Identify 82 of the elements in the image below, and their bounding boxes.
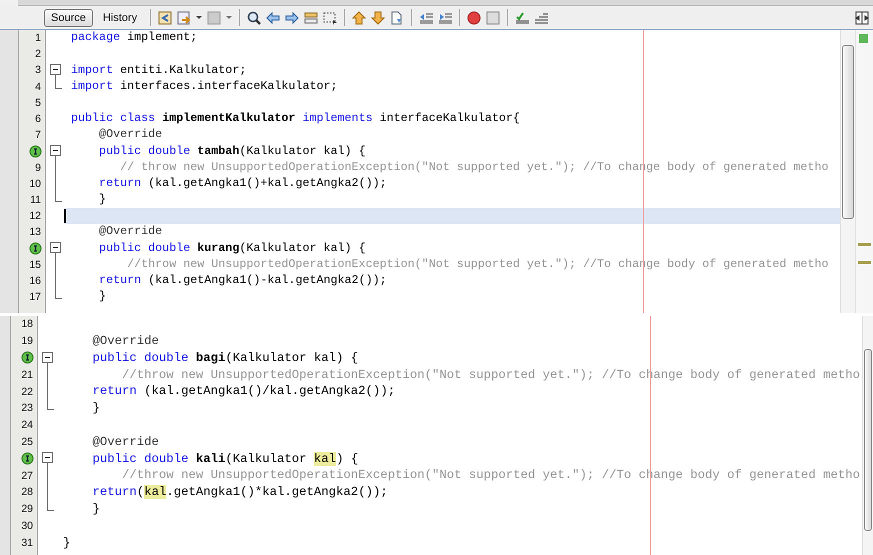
text-caret [64,209,66,224]
fold-end [47,500,54,511]
line-number: 18 [21,318,33,330]
back-icon[interactable] [157,10,174,26]
line-number: 25 [21,436,33,448]
collapse-icon[interactable] [50,145,61,156]
line-number: 4 [35,80,41,93]
fold-end [55,192,62,202]
code-line: @Override [98,226,162,238]
code-editor[interactable] [64,30,840,313]
line-number: 16 [29,274,41,287]
record-icon[interactable] [466,10,482,26]
collapse-icon[interactable] [50,242,61,254]
fold-end [55,289,62,299]
line-number: 10 [29,178,41,190]
line-number: 30 [21,520,33,532]
code-line: package implement; [71,32,198,44]
line-number: 13 [29,226,41,238]
code-line: } [92,402,100,415]
editor-tab[interactable]: Source [44,8,93,26]
implements-icon[interactable] [29,242,42,256]
line-number: 3 [35,64,41,76]
down-arrow-icon[interactable] [370,10,386,26]
implements-icon[interactable] [21,351,34,364]
line-number: 24 [21,419,33,432]
line-number: 15 [29,258,41,271]
collapse-icon[interactable] [42,452,53,464]
line-number: 2 [35,48,41,60]
line-number: 31 [21,536,33,549]
scrollbar-thumb[interactable] [864,349,872,531]
code-line: return(kal.getAngka1()*kal.getAngka2()); [92,486,388,499]
code-line: public double tambah(Kalkulator kal) { [98,146,366,158]
code-line: @Override [92,335,159,348]
editor-tab[interactable]: History [96,8,144,26]
code-line: } [63,536,70,549]
code-line: import entiti.Kalkulator; [71,64,246,76]
implements-icon[interactable] [29,144,42,158]
up-arrow-icon[interactable] [351,10,368,26]
code-line: @Override [92,436,159,448]
split-icon[interactable] [855,10,869,24]
code-line: @Override [98,129,162,142]
implements-icon[interactable] [21,452,34,466]
code-line: public double bagi(Kalkulator kal) { [92,352,358,364]
fold-end [47,400,54,410]
selection-icon[interactable] [322,10,338,26]
line-number: 23 [21,402,33,414]
search-icon[interactable] [246,10,262,26]
line-number: 6 [35,113,41,126]
checklist-icon[interactable] [514,10,530,26]
line-number: 22 [21,386,33,398]
code-line: } [98,291,106,303]
code-line: public class implementKalkulator implements interfaceKalkulator{ [71,113,520,125]
line-number: 9 [35,162,41,174]
line-number: 7 [35,129,41,142]
line-number: 21 [21,368,33,381]
collapse-icon[interactable] [42,352,53,363]
line-number: 17 [29,291,41,304]
line-number: 11 [30,194,41,206]
fold-end [55,78,62,89]
line-number: 19 [21,335,33,348]
scrollbar-thumb[interactable] [842,45,854,219]
code-line: public double kali(Kalkulator kal) { [92,452,358,465]
line-number: 29 [21,503,33,516]
line-number: 12 [29,210,41,222]
code-line: return (kal.getAngka1()/kal.getAngka2()); [92,385,396,398]
vertical-scrollbar[interactable] [840,30,855,313]
vertical-scrollbar[interactable] [862,316,873,555]
line-number: 5 [35,96,41,109]
code-line: import interfaces.interfaceKalkulator; [71,80,338,92]
right-arrow-icon[interactable] [284,10,300,26]
document-stack-icon[interactable] [303,10,320,26]
line-number: 1 [35,32,41,44]
collapse-icon[interactable] [50,64,61,76]
line-number: 28 [21,486,33,498]
code-line: } [92,503,100,516]
code-line: public double kurang(Kalkulator kal) { [98,242,366,254]
stop-icon[interactable] [485,10,502,26]
left-arrow-icon[interactable] [265,10,282,26]
line-number: 27 [21,470,33,482]
code-line: return (kal.getAngka1()-kal.getAngka2()); [98,275,387,287]
code-line: } [98,194,106,206]
code-line: return (kal.getAngka1()+kal.getAngka2()); [98,178,387,190]
